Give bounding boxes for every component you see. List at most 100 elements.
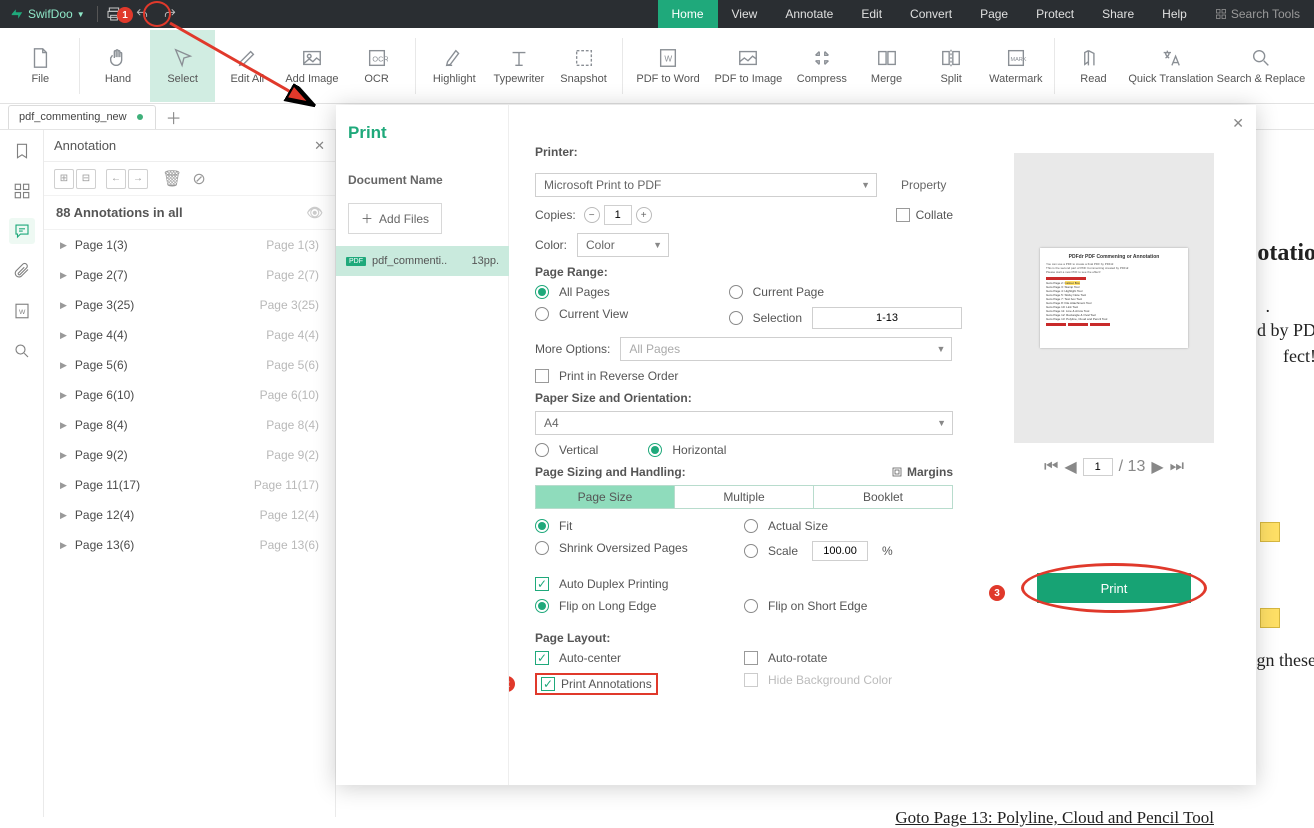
ribbon-compress[interactable]: Compress — [790, 30, 855, 102]
search-rail-icon[interactable] — [9, 338, 35, 364]
thumbnails-icon[interactable] — [9, 178, 35, 204]
moreoptions-select[interactable]: All Pages▼ — [620, 337, 952, 361]
property-link[interactable]: Property — [901, 178, 946, 192]
prev-ann-button[interactable]: ← — [106, 169, 126, 189]
annotation-page-row[interactable]: ▶Page 11(17)Page 11(17) — [44, 470, 335, 500]
seg-multiple[interactable]: Multiple — [675, 486, 814, 508]
currentview-radio[interactable] — [535, 307, 549, 321]
ribbon-snapshot[interactable]: Snapshot — [551, 30, 616, 102]
fit-radio[interactable] — [535, 519, 549, 533]
annotation-page-row[interactable]: ▶Page 13(6)Page 13(6) — [44, 530, 335, 560]
flipshort-radio[interactable] — [744, 599, 758, 613]
reverse-checkbox[interactable] — [535, 369, 549, 383]
file-list-item[interactable]: PDF pdf_commenti.. 13pp. — [336, 246, 509, 276]
expand-all-button[interactable]: ⊞ — [54, 169, 74, 189]
preview-page-input[interactable] — [1083, 458, 1113, 476]
redo-button[interactable] — [156, 0, 184, 28]
ribbon-hand[interactable]: Hand — [86, 30, 151, 102]
pin-icon[interactable]: 👁 — [306, 205, 323, 221]
next-page-button[interactable]: ▶ — [1151, 457, 1163, 477]
ribbon-merge[interactable]: Merge — [854, 30, 919, 102]
ribbon-editall[interactable]: Edit All — [215, 30, 280, 102]
menu-annotate[interactable]: Annotate — [771, 0, 847, 28]
annotation-page-row[interactable]: ▶Page 2(7)Page 2(7) — [44, 260, 335, 290]
new-tab-button[interactable]: ＋ — [164, 107, 184, 127]
caret-right-icon: ▶ — [60, 360, 67, 371]
app-logo[interactable]: SwifDoo ▼ — [0, 7, 95, 21]
menu-help[interactable]: Help — [1148, 0, 1201, 28]
delete-ann-button[interactable]: 🗑 — [162, 169, 182, 189]
next-ann-button[interactable]: → — [128, 169, 148, 189]
ribbon-searchreplace[interactable]: Search & Replace — [1216, 30, 1306, 102]
ribbon-select[interactable]: Select — [150, 30, 215, 102]
selection-radio[interactable] — [729, 311, 743, 325]
annotation-page-row[interactable]: ▶Page 12(4)Page 12(4) — [44, 500, 335, 530]
horizontal-radio[interactable] — [648, 443, 662, 457]
annotation-page-row[interactable]: ▶Page 3(25)Page 3(25) — [44, 290, 335, 320]
seg-booklet[interactable]: Booklet — [814, 486, 952, 508]
menu-home[interactable]: Home — [658, 0, 718, 28]
close-panel-button[interactable]: ✕ — [314, 138, 325, 154]
copies-minus-button[interactable]: − — [584, 207, 600, 223]
delete-all-ann-button[interactable]: ⊘ — [192, 169, 205, 189]
prev-page-button[interactable]: ◀ — [1064, 457, 1076, 477]
seg-pagesize[interactable]: Page Size — [536, 486, 675, 508]
ribbon-addimage[interactable]: Add Image — [280, 30, 345, 102]
close-dialog-button[interactable]: ✕ — [1232, 115, 1244, 132]
copies-plus-button[interactable]: + — [636, 207, 652, 223]
annotation-page-row[interactable]: ▶Page 4(4)Page 4(4) — [44, 320, 335, 350]
search-tools-input[interactable]: Search Tools — [1201, 0, 1314, 28]
comments-icon[interactable] — [9, 218, 35, 244]
ribbon-watermark[interactable]: MARKWatermark — [983, 30, 1048, 102]
collapse-all-button[interactable]: ⊟ — [76, 169, 96, 189]
currentpage-radio[interactable] — [729, 285, 743, 299]
scale-input[interactable] — [812, 541, 868, 561]
allpages-radio[interactable] — [535, 285, 549, 299]
papersize-select[interactable]: A4▼ — [535, 411, 953, 435]
ribbon-read[interactable]: Read — [1061, 30, 1126, 102]
collate-checkbox[interactable] — [896, 208, 910, 222]
menu-share[interactable]: Share — [1088, 0, 1148, 28]
menu-page[interactable]: Page — [966, 0, 1022, 28]
annotation-page-row[interactable]: ▶Page 1(3)Page 1(3) — [44, 230, 335, 260]
first-page-button[interactable]: ⏮ — [1044, 458, 1058, 476]
shrink-radio[interactable] — [535, 541, 549, 555]
autocenter-checkbox[interactable]: ✓ — [535, 651, 549, 665]
annotation-page-row[interactable]: ▶Page 8(4)Page 8(4) — [44, 410, 335, 440]
margins-button[interactable]: Margins — [891, 465, 953, 479]
document-tab[interactable]: pdf_commenting_new — [8, 105, 156, 129]
bookmark-icon[interactable] — [9, 138, 35, 164]
copies-input[interactable] — [604, 205, 632, 225]
actual-radio[interactable] — [744, 519, 758, 533]
ribbon-file[interactable]: File — [8, 30, 73, 102]
note-icon[interactable] — [1260, 608, 1280, 628]
color-select[interactable]: Color▼ — [577, 233, 669, 257]
selection-input[interactable] — [812, 307, 962, 329]
vertical-radio[interactable] — [535, 443, 549, 457]
ribbon-pdf2image[interactable]: PDF to Image — [707, 30, 789, 102]
fliplong-radio[interactable] — [535, 599, 549, 613]
last-page-button[interactable]: ⏭ — [1170, 458, 1184, 476]
add-files-button[interactable]: ＋Add Files — [348, 203, 442, 234]
annotation-page-row[interactable]: ▶Page 9(2)Page 9(2) — [44, 440, 335, 470]
printann-checkbox[interactable]: ✓ — [541, 677, 555, 691]
menu-view[interactable]: View — [718, 0, 772, 28]
ribbon-split[interactable]: Split — [919, 30, 984, 102]
menu-protect[interactable]: Protect — [1022, 0, 1088, 28]
note-icon[interactable] — [1260, 522, 1280, 542]
ribbon-ocr[interactable]: OCROCR — [344, 30, 409, 102]
scale-radio[interactable] — [744, 544, 758, 558]
ribbon-typewriter[interactable]: Typewriter — [487, 30, 552, 102]
ribbon-quicktrans[interactable]: Quick Translation — [1126, 30, 1216, 102]
attachments-icon[interactable] — [9, 258, 35, 284]
ribbon-pdf2word[interactable]: WPDF to Word — [629, 30, 707, 102]
duplex-checkbox[interactable]: ✓ — [535, 577, 549, 591]
ribbon-highlight[interactable]: Highlight — [422, 30, 487, 102]
autorotate-checkbox[interactable] — [744, 651, 758, 665]
annotation-page-row[interactable]: ▶Page 5(6)Page 5(6) — [44, 350, 335, 380]
annotation-page-row[interactable]: ▶Page 6(10)Page 6(10) — [44, 380, 335, 410]
menu-edit[interactable]: Edit — [847, 0, 896, 28]
menu-convert[interactable]: Convert — [896, 0, 966, 28]
printer-select[interactable]: Microsoft Print to PDF▼ — [535, 173, 877, 197]
word-export-icon[interactable]: W — [9, 298, 35, 324]
